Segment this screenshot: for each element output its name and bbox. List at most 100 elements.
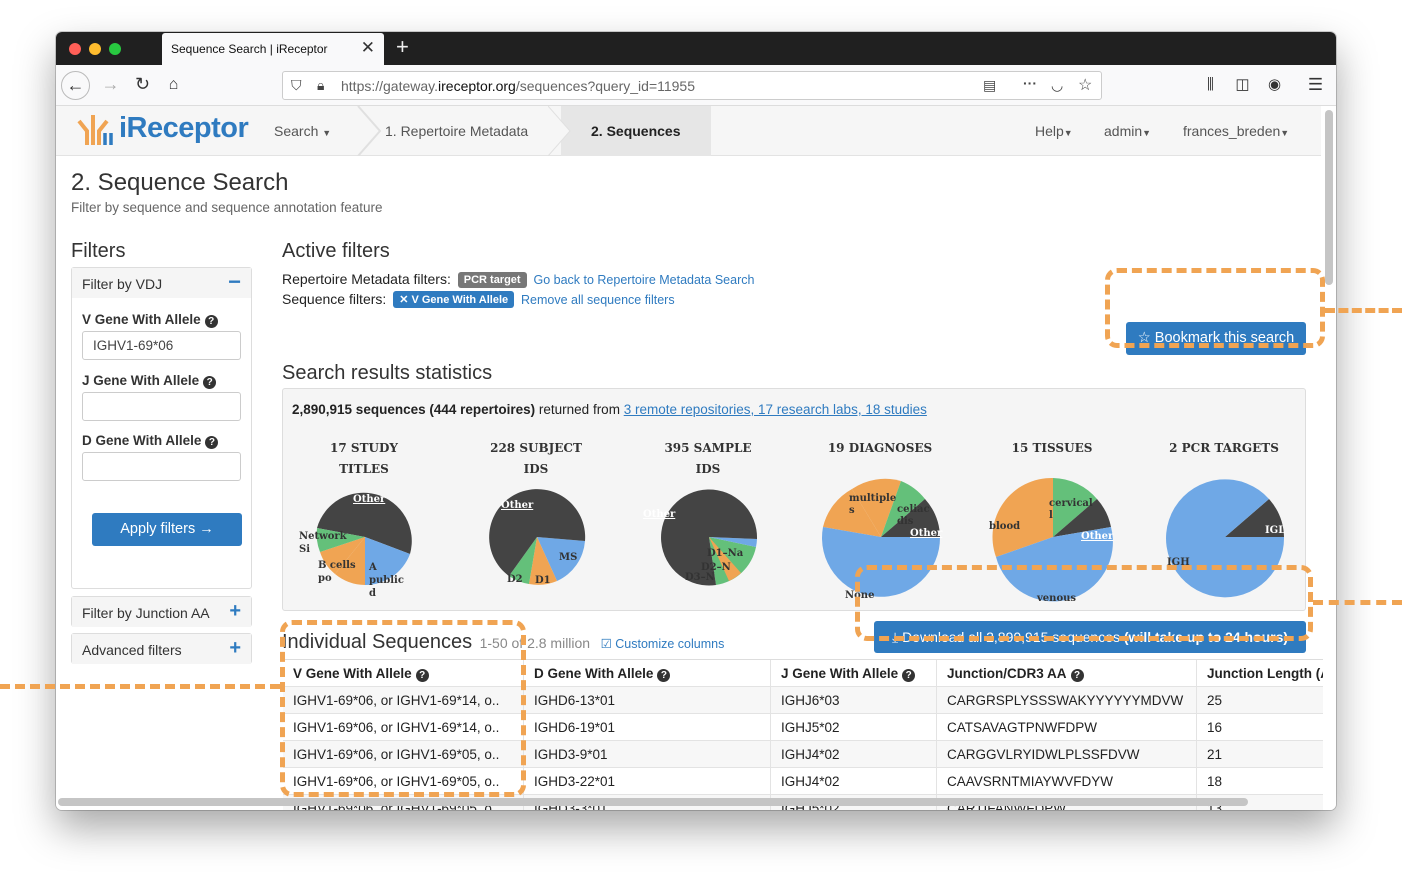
stats-sources-link[interactable]: 3 remote repositories, 17 research labs,… xyxy=(624,402,927,417)
nav-admin[interactable]: admin▼ xyxy=(1104,123,1151,139)
expand-icon[interactable]: + xyxy=(229,637,241,660)
nav-search[interactable]: Search ▼ xyxy=(274,123,331,139)
page-viewport: iReceptor Search ▼ 1. Repertoire Metadat… xyxy=(56,106,1336,810)
download-callout xyxy=(855,565,1313,641)
junction-panel-header[interactable]: Filter by Junction AA + xyxy=(72,597,251,627)
nav-repertoire-metadata[interactable]: 1. Repertoire Metadata xyxy=(385,123,528,139)
apply-filters-button[interactable]: Apply filters → xyxy=(92,513,242,546)
new-tab-icon[interactable]: + xyxy=(396,34,409,60)
sidebar-icon[interactable]: ◫ xyxy=(1228,71,1257,100)
tab-bar: Sequence Search | iReceptor ✕ + xyxy=(56,32,1336,65)
help-icon[interactable]: ? xyxy=(1070,669,1084,682)
forward-icon[interactable]: → xyxy=(96,71,125,100)
vertical-scrollbar[interactable] xyxy=(1325,110,1333,285)
back-to-metadata-link[interactable]: Go back to Repertoire Metadata Search xyxy=(533,273,754,287)
nav-search-label: Search xyxy=(274,123,319,139)
back-icon[interactable]: ← xyxy=(61,71,90,100)
download-callout-line xyxy=(1313,600,1402,605)
logo-text[interactable]: iReceptor xyxy=(119,112,249,145)
bookmark-star-icon[interactable]: ☆ xyxy=(1078,75,1092,95)
table-cell: IGHD6-13*01 xyxy=(523,687,770,714)
breadcrumb-chevron-icon xyxy=(357,106,382,156)
pie-label: public xyxy=(369,575,404,586)
help-icon[interactable]: ? xyxy=(657,669,671,682)
more-actions-icon[interactable]: ··· xyxy=(1023,75,1037,91)
caret-down-icon: ▼ xyxy=(1280,128,1290,138)
table-cell: IGHD3-22*01 xyxy=(523,768,770,795)
column-header[interactable]: Junction Length (A xyxy=(1196,660,1323,687)
stats-summary-count: 2,890,915 sequences (444 repertoires) xyxy=(292,402,536,417)
pie-chart-sample-ids[interactable]: Other D1–Na D2–N D3–N xyxy=(641,481,781,603)
stats-summary: 2,890,915 sequences (444 repertoires) re… xyxy=(292,402,927,417)
reader-view-icon[interactable]: ▤ xyxy=(983,77,996,94)
help-icon[interactable]: ? xyxy=(204,315,218,328)
browser-window: Sequence Search | iReceptor ✕ + ← → ↻ ⌂ … xyxy=(56,32,1336,810)
j-gene-label-text: J Gene With Allele xyxy=(82,373,200,388)
collapse-icon[interactable]: − xyxy=(228,269,241,295)
pie-title-sample: 395 SAMPLE IDS xyxy=(633,438,783,480)
pie-title-line: IDS xyxy=(523,462,549,476)
help-icon[interactable]: ? xyxy=(902,669,916,682)
url-domain: ireceptor.org xyxy=(438,78,516,94)
pie-title-study: 17 STUDY TITLES xyxy=(289,438,439,480)
d-gene-label: D Gene With Allele? xyxy=(82,433,219,449)
home-icon[interactable]: ⌂ xyxy=(159,71,188,100)
horizontal-scrollbar[interactable] xyxy=(58,798,1248,806)
nav-sequences-tab[interactable]: 2. Sequences xyxy=(548,106,711,156)
pie-label: MS xyxy=(559,552,577,563)
nav-sequences-label: 2. Sequences xyxy=(591,123,681,139)
junction-filter-panel[interactable]: Filter by Junction AA + xyxy=(71,596,252,627)
d-gene-input[interactable] xyxy=(82,452,241,481)
help-icon[interactable]: ? xyxy=(203,376,217,389)
pie-title-line: 228 SUBJECT xyxy=(490,441,582,455)
advanced-filter-panel[interactable]: Advanced filters + xyxy=(71,633,252,664)
maximize-window-icon[interactable] xyxy=(109,43,121,55)
bookmark-callout-line xyxy=(1325,308,1402,313)
expand-icon[interactable]: + xyxy=(229,600,241,623)
pie-title-line: IDS xyxy=(695,462,721,476)
d-gene-label-text: D Gene With Allele xyxy=(82,433,202,448)
tab-title: Sequence Search | iReceptor xyxy=(171,42,328,56)
column-header-label: J Gene With Allele xyxy=(781,666,899,681)
column-header[interactable]: Junction/CDR3 AA? xyxy=(936,660,1196,687)
pie-title-line: 15 TISSUES xyxy=(1011,441,1093,455)
reload-icon[interactable]: ↻ xyxy=(128,71,157,100)
account-icon[interactable]: ◉ xyxy=(1260,71,1289,100)
navigation-bar: ← → ↻ ⌂ ⛉ 🔒︎ https://gateway.ireceptor.o… xyxy=(56,65,1336,106)
remove-sequence-filters-link[interactable]: Remove all sequence filters xyxy=(521,293,675,307)
bookmark-callout xyxy=(1105,268,1325,348)
nav-user[interactable]: frances_breden▼ xyxy=(1183,123,1289,139)
table-cell: IGHJ4*02 xyxy=(770,741,936,768)
table-cell: IGHJ4*02 xyxy=(770,768,936,795)
stats-summary-text: returned from xyxy=(535,402,624,417)
column-header[interactable]: D Gene With Allele? xyxy=(523,660,770,687)
customize-columns-link[interactable]: ☑ Customize columns xyxy=(601,637,725,651)
shield-icon[interactable]: ⛉ xyxy=(291,77,302,94)
close-tab-icon[interactable]: ✕ xyxy=(361,38,375,58)
nav-user-label: frances_breden xyxy=(1183,123,1281,139)
close-window-icon[interactable] xyxy=(69,43,81,55)
sequence-filters-label: Sequence filters: xyxy=(282,291,387,307)
v-gene-input[interactable]: IGHV1-69*06 xyxy=(82,331,241,360)
site-header: iReceptor Search ▼ 1. Repertoire Metadat… xyxy=(56,106,1321,156)
nav-help[interactable]: Help▼ xyxy=(1035,123,1073,139)
library-icon[interactable]: ⫼ xyxy=(1196,71,1225,100)
minimize-window-icon[interactable] xyxy=(89,43,101,55)
url-bar[interactable]: ⛉ 🔒︎ https://gateway.ireceptor.org/seque… xyxy=(282,71,1102,100)
help-icon[interactable]: ? xyxy=(205,436,219,449)
pie-label: IGL xyxy=(1265,525,1285,536)
j-gene-input[interactable] xyxy=(82,392,241,421)
column-header[interactable]: J Gene With Allele? xyxy=(770,660,936,687)
pie-chart-subject-ids[interactable]: Other MS D2 D1 xyxy=(469,481,609,603)
pie-title-line: 17 STUDY xyxy=(330,441,398,455)
pie-chart-study-titles[interactable]: Other Network Si B cells po A public d xyxy=(297,481,437,603)
pocket-icon[interactable]: ◡ xyxy=(1051,77,1063,94)
ireceptor-logo-icon[interactable] xyxy=(73,111,117,147)
v-gene-filter-badge[interactable]: ✕ V Gene With Allele xyxy=(393,291,515,308)
advanced-panel-header[interactable]: Advanced filters + xyxy=(72,634,251,664)
browser-tab[interactable]: Sequence Search | iReceptor ✕ xyxy=(162,33,384,65)
vdj-panel-header[interactable]: Filter by VDJ − xyxy=(72,268,251,298)
menu-icon[interactable]: ☰ xyxy=(1301,71,1330,100)
pie-label: s xyxy=(849,505,855,516)
nav-help-label: Help xyxy=(1035,123,1064,139)
